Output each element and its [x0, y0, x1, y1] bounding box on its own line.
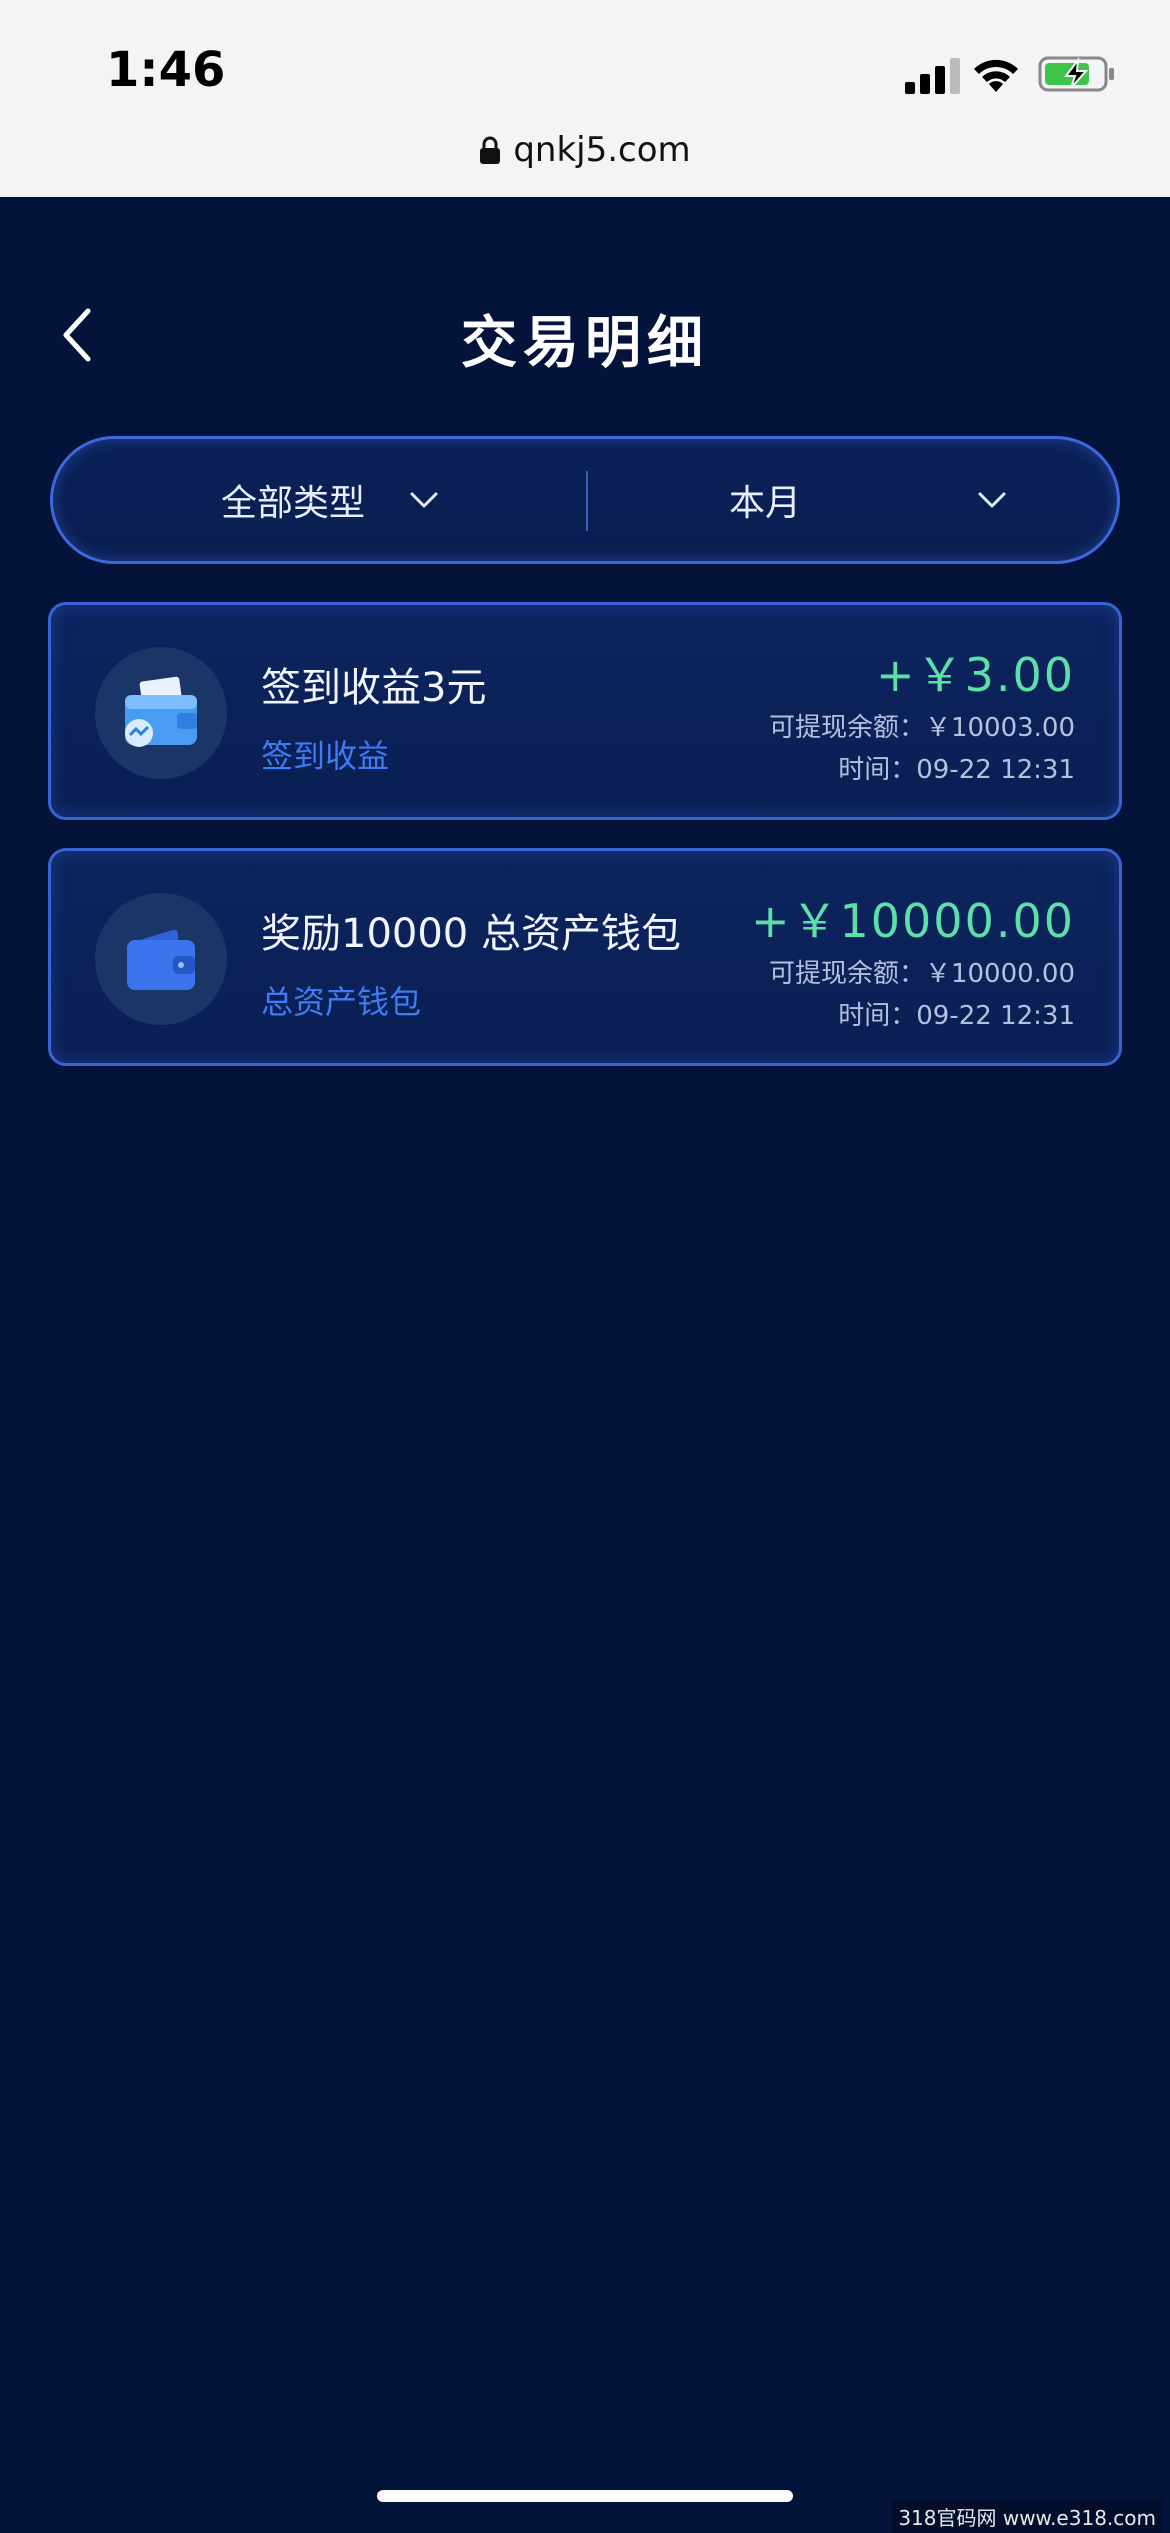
period-filter-dropdown[interactable]: 本月: [729, 439, 1007, 561]
transaction-category: 总资产钱包: [261, 983, 422, 1021]
transaction-card[interactable]: 签到收益3元 签到收益 +￥3.00 可提现余额：￥10003.00 时间：09…: [48, 602, 1122, 820]
transaction-title: 奖励10000 总资产钱包: [261, 911, 681, 957]
filter-divider: [586, 471, 588, 531]
type-filter-dropdown[interactable]: 全部类型: [221, 439, 439, 561]
cellular-signal-icon: [905, 58, 960, 94]
watermark: 318官码网 www.e318.com: [892, 2500, 1162, 2533]
period-filter-label: 本月: [729, 483, 802, 524]
transaction-category: 签到收益: [261, 737, 390, 775]
transaction-amount: +￥3.00: [876, 648, 1075, 702]
wifi-icon: [974, 59, 1018, 92]
wallet-icon: [95, 893, 227, 1025]
transaction-amount: +￥10000.00: [750, 894, 1075, 948]
home-indicator[interactable]: [377, 2490, 793, 2502]
transaction-time: 时间：09-22 12:31: [838, 755, 1075, 785]
url-text: qnkj5.com: [513, 130, 691, 170]
transaction-card[interactable]: 奖励10000 总资产钱包 总资产钱包 +￥10000.00 可提现余额：￥10…: [48, 848, 1122, 1066]
chevron-down-icon: [410, 492, 438, 508]
address-bar[interactable]: qnkj5.com: [0, 125, 1170, 175]
transaction-balance: 可提现余额：￥10003.00: [768, 713, 1075, 743]
page-title: 交易明细: [461, 311, 709, 376]
type-filter-label: 全部类型: [221, 483, 366, 524]
lock-icon: [480, 136, 501, 164]
wallet-cash-icon: [95, 647, 227, 779]
browser-status-bar: 1:46 qnkj5.com: [0, 0, 1170, 197]
status-time: 1:46: [106, 42, 226, 98]
transaction-time: 时间：09-22 12:31: [838, 1001, 1075, 1031]
transaction-title: 签到收益3元: [261, 665, 487, 711]
transaction-balance: 可提现余额：￥10000.00: [768, 959, 1075, 989]
filter-bar: 全部类型 本月: [50, 436, 1120, 564]
chevron-down-icon: [978, 492, 1006, 508]
battery-charging-icon: [1038, 56, 1114, 92]
